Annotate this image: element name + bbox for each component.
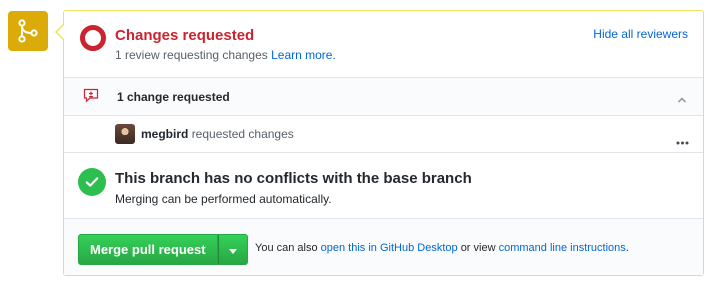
reviewer-row: megbird requested changes	[64, 115, 703, 152]
merge-section: Merge pull request You can also open thi…	[64, 218, 703, 275]
changes-requested-ring-icon	[80, 25, 106, 51]
reviewer-status: megbird requested changes	[141, 127, 294, 141]
reviewer-name[interactable]: megbird	[141, 127, 188, 141]
check-icon	[78, 168, 106, 196]
changes-requested-row[interactable]: 1 change requested	[64, 77, 703, 115]
open-in-github-desktop-link[interactable]: open this in GitHub Desktop	[321, 242, 458, 254]
branch-status-subtitle: Merging can be performed automatically.	[115, 192, 332, 206]
merge-alternatives-note: You can also open this in GitHub Desktop…	[255, 242, 629, 254]
chevron-up-icon[interactable]	[677, 91, 687, 109]
changes-requested-label: 1 change requested	[117, 90, 230, 104]
status-subtitle: 1 review requesting changes Learn more.	[115, 48, 336, 62]
review-status-section: Changes requested 1 review requesting ch…	[64, 11, 703, 77]
learn-more-link[interactable]: Learn more.	[271, 48, 336, 62]
merge-status-card: Changes requested 1 review requesting ch…	[55, 10, 704, 276]
avatar[interactable]	[115, 124, 135, 144]
file-diff-icon	[83, 88, 99, 108]
branch-status-section: This branch has no conflicts with the ba…	[64, 152, 703, 218]
kebab-horizontal-icon[interactable]	[676, 132, 689, 150]
note-suffix: .	[625, 242, 629, 254]
merge-button-group: Merge pull request	[78, 234, 248, 265]
reviewer-action: requested changes	[191, 127, 294, 141]
hide-all-reviewers-link[interactable]: Hide all reviewers	[593, 27, 688, 41]
merge-pull-request-button[interactable]: Merge pull request	[78, 234, 218, 265]
git-merge-icon	[8, 11, 48, 51]
review-count-text: 1 review requesting changes	[115, 48, 268, 62]
note-prefix: You can also	[255, 242, 318, 254]
merge-method-dropdown[interactable]	[217, 234, 248, 265]
branch-status-title: This branch has no conflicts with the ba…	[115, 170, 472, 187]
triangle-down-icon	[228, 241, 237, 259]
note-middle: or view	[460, 242, 496, 254]
command-line-instructions-link[interactable]: command line instructions	[499, 242, 626, 254]
status-title: Changes requested	[115, 27, 255, 44]
